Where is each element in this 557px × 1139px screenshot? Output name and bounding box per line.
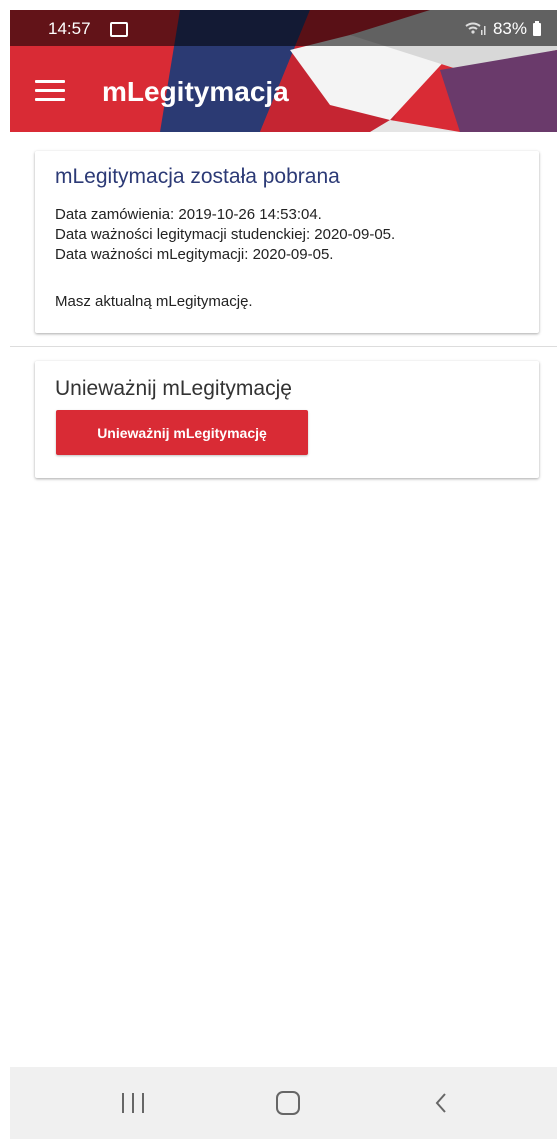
download-status-card: mLegitymacja została pobrana Data zamówi…	[35, 151, 539, 333]
download-card-details: Data zamówienia: 2019-10-26 14:53:04. Da…	[55, 205, 395, 265]
mlegitymacja-validity-text: Data ważności mLegitymacji: 2020-09-05.	[55, 246, 334, 263]
hamburger-menu-icon[interactable]	[35, 80, 65, 102]
recent-apps-icon[interactable]	[122, 1093, 144, 1113]
app-bar: mLegitymacja	[10, 46, 557, 132]
revoke-button[interactable]: Unieważnij mLegitymację	[56, 410, 308, 455]
image-notification-icon	[110, 22, 128, 37]
revoke-card-title: Unieważnij mLegitymację	[55, 377, 292, 400]
wifi-signal-icon	[465, 22, 486, 35]
app-title: mLegitymacja	[102, 76, 289, 107]
status-time: 14:57	[48, 19, 91, 38]
status-indicators: 83%	[465, 19, 541, 39]
home-icon[interactable]	[276, 1091, 300, 1115]
download-card-title: mLegitymacja została pobrana	[55, 165, 340, 188]
app-screen: 14:57 83% mLegitymacja mLegitymacja zost…	[10, 10, 557, 1139]
battery-percentage: 83%	[492, 19, 527, 38]
student-id-validity-text: Data ważności legitymacji studenckiej: 2…	[55, 226, 396, 243]
back-icon[interactable]	[434, 1091, 448, 1115]
current-status-text: Masz aktualną mLegitymację.	[55, 293, 253, 310]
section-divider	[10, 346, 557, 347]
order-date-text: Data zamówienia: 2019-10-26 14:53:04.	[55, 206, 322, 223]
app-header: 14:57 83% mLegitymacja	[10, 10, 557, 132]
battery-icon	[533, 20, 541, 36]
status-bar: 14:57 83%	[10, 10, 557, 46]
revoke-card: Unieważnij mLegitymację Unieważnij mLegi…	[35, 361, 539, 478]
navigation-bar	[10, 1067, 557, 1139]
